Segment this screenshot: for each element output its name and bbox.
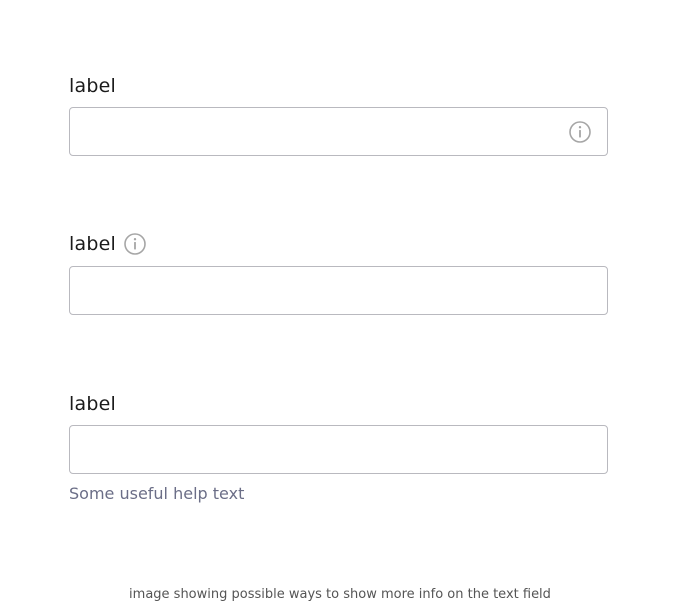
field-2-label-text: label — [69, 233, 116, 255]
field-3-label-text: label — [69, 393, 116, 415]
field-2-label: label — [69, 232, 147, 256]
field-1-label-text: label — [69, 75, 116, 97]
field-3-input[interactable] — [69, 425, 608, 474]
field-1-label: label — [69, 74, 116, 98]
field-1-input[interactable] — [69, 107, 608, 156]
image-caption: image showing possible ways to show more… — [129, 587, 551, 602]
info-icon[interactable] — [568, 120, 592, 144]
help-text: Some useful help text — [69, 484, 245, 503]
field-2-input[interactable] — [69, 266, 608, 315]
field-3-label: label — [69, 392, 116, 416]
info-icon[interactable] — [123, 232, 147, 256]
